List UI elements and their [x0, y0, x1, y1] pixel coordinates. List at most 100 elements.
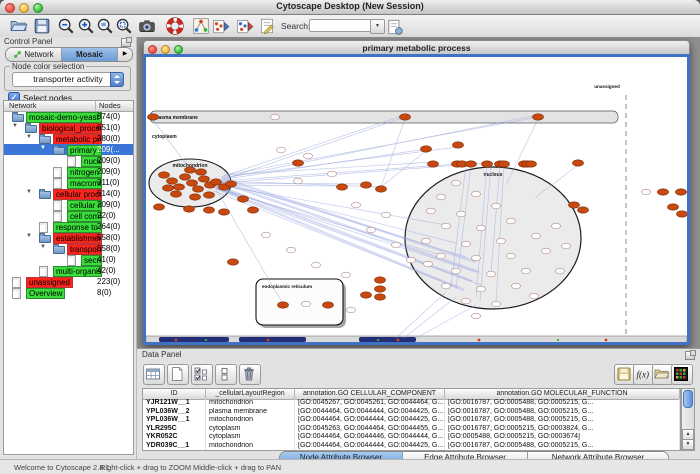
- float-data-panel-icon[interactable]: [685, 351, 695, 360]
- tab-overflow-icon[interactable]: ▶: [118, 48, 132, 61]
- network-node[interactable]: [262, 232, 271, 238]
- network-node[interactable]: [552, 223, 561, 229]
- network-node[interactable]: [328, 171, 337, 177]
- table-row[interactable]: YPL036W__2plasma membrane[GO:0044464, GO…: [143, 408, 680, 417]
- tree-row[interactable]: nitrogen compo209(0): [4, 166, 133, 177]
- node-color-dropdown[interactable]: transporter activity: [12, 72, 124, 87]
- zoom-out-icon[interactable]: [57, 17, 75, 35]
- network-node[interactable]: [457, 211, 466, 217]
- network-node-selected[interactable]: [196, 169, 207, 175]
- network-node-selected[interactable]: [323, 302, 334, 308]
- tree-row[interactable]: secretion41(0): [4, 254, 133, 265]
- network-node-selected[interactable]: [163, 185, 174, 191]
- network-node-selected[interactable]: [199, 176, 210, 182]
- table-row[interactable]: YKR052Ccytoplasm[GO:0044464, GO:0044446,…: [143, 433, 680, 442]
- network-node[interactable]: [642, 189, 651, 195]
- network-node[interactable]: [462, 298, 471, 304]
- network-node[interactable]: [462, 241, 471, 247]
- network-node-selected[interactable]: [453, 142, 464, 148]
- tree-row[interactable]: mosaic-demo-yeast874(0): [4, 111, 133, 122]
- network-node-selected[interactable]: [375, 277, 386, 283]
- table-cell[interactable]: YPL036W__2: [143, 408, 206, 417]
- network-node-selected[interactable]: [400, 114, 411, 120]
- table-column-header[interactable]: _cellularLayoutRegion: [206, 389, 295, 399]
- network-node[interactable]: [437, 194, 446, 200]
- table-scrollbar[interactable]: ▲ ▼: [681, 388, 695, 451]
- network-edge[interactable]: [404, 297, 456, 338]
- network-node-selected[interactable]: [421, 146, 432, 152]
- network-overview-icon[interactable]: [192, 17, 210, 35]
- network-node-selected[interactable]: [375, 294, 386, 300]
- tree-row[interactable]: unassigned223(0): [4, 276, 133, 287]
- new-attribute-icon[interactable]: [167, 364, 189, 385]
- zoom-fit-icon[interactable]: [115, 17, 133, 35]
- network-node[interactable]: [342, 272, 351, 278]
- network-node[interactable]: [492, 203, 501, 209]
- network-node[interactable]: [477, 286, 486, 292]
- network-node-selected[interactable]: [337, 184, 348, 190]
- network-node[interactable]: [507, 253, 516, 259]
- tab-network[interactable]: Network: [6, 48, 62, 61]
- delete-attribute-icon[interactable]: [239, 364, 261, 385]
- network-node-selected[interactable]: [190, 194, 201, 200]
- table-cell[interactable]: mitochondrion: [206, 399, 295, 408]
- network-node-selected[interactable]: [204, 207, 215, 213]
- network-node-selected[interactable]: [569, 202, 580, 208]
- network-node[interactable]: [472, 191, 481, 197]
- network-node-selected[interactable]: [466, 161, 477, 167]
- network-edge[interactable]: [396, 292, 446, 338]
- tree-expander-icon[interactable]: ▼: [26, 189, 32, 195]
- table-cell[interactable]: [GO:0044464, GO:0044444, GO:0044425, G..…: [295, 408, 445, 417]
- region-nucleus[interactable]: [405, 167, 581, 309]
- network-node[interactable]: [304, 153, 313, 159]
- network-node[interactable]: [487, 271, 496, 277]
- scrollbar-thumb[interactable]: [683, 390, 693, 408]
- table-cell[interactable]: YPL036W__1: [143, 416, 206, 425]
- network-node[interactable]: [437, 253, 446, 259]
- network-graph[interactable]: plasma membranecytoplasmmitochondrionnuc…: [146, 57, 687, 342]
- network-node-selected[interactable]: [573, 160, 584, 166]
- network-node-selected[interactable]: [361, 292, 372, 298]
- table-row[interactable]: YDR039C__1mitochondrion[GO:0044464, GO:0…: [143, 442, 680, 451]
- network-node[interactable]: [507, 218, 516, 224]
- tree-expander-icon[interactable]: ▼: [40, 145, 46, 151]
- open-icon[interactable]: [10, 17, 28, 35]
- network-node-selected[interactable]: [159, 172, 170, 178]
- table-cell[interactable]: [GO:0045263, GO:0044464, GO:0044455, G..…: [295, 425, 445, 434]
- layout-blue-icon[interactable]: [236, 17, 254, 35]
- tab-mosaic[interactable]: Mosaic: [62, 48, 118, 61]
- network-node[interactable]: [542, 248, 551, 254]
- network-node[interactable]: [392, 242, 401, 248]
- table-cell[interactable]: YLR295C: [143, 425, 206, 434]
- network-node[interactable]: [294, 178, 303, 184]
- table-cell[interactable]: YDR039C__1: [143, 442, 206, 451]
- table-cell[interactable]: [GO:0005488, GO:0005215, GO:0003674]: [445, 433, 680, 442]
- network-node[interactable]: [302, 301, 311, 307]
- snapshot-icon[interactable]: [138, 17, 156, 35]
- table-cell[interactable]: [GO:0044464, GO:0044446, GO:0044444, G..…: [295, 433, 445, 442]
- network-node-selected[interactable]: [185, 167, 196, 173]
- tree-row[interactable]: cell communicat22(0): [4, 210, 133, 221]
- table-cell[interactable]: [GO:0016787, GO:0005488, GO:0005215, G..…: [445, 442, 680, 451]
- network-node[interactable]: [477, 225, 486, 231]
- matrix-icon[interactable]: [671, 364, 693, 385]
- tree-row[interactable]: response to stimulu264(0): [4, 221, 133, 232]
- network-node-selected[interactable]: [219, 209, 230, 215]
- tree-row[interactable]: ▼transport558(0): [4, 243, 133, 254]
- network-node-selected[interactable]: [204, 192, 215, 198]
- table-cell[interactable]: [GO:0044464, GO:0044444, GO:0044425, G..…: [295, 442, 445, 451]
- table-column-header[interactable]: annotation.GO MOLECULAR_FUNCTION: [445, 389, 680, 399]
- network-node-selected[interactable]: [533, 114, 544, 120]
- network-node[interactable]: [422, 238, 431, 244]
- network-node-selected[interactable]: [482, 161, 493, 167]
- network-node[interactable]: [562, 243, 571, 249]
- network-node[interactable]: [442, 283, 451, 289]
- network-node-selected[interactable]: [228, 259, 239, 265]
- table-cell[interactable]: [GO:0044464, GO:0044444, GO:0044425, G..…: [295, 416, 445, 425]
- network-node-selected[interactable]: [677, 211, 688, 217]
- network-node-selected[interactable]: [428, 161, 439, 167]
- zoom-in-icon[interactable]: [77, 17, 95, 35]
- table-cell[interactable]: [GO:0016787, GO:0005215, GO:0003824, G..…: [445, 425, 680, 434]
- network-node[interactable]: [472, 313, 481, 319]
- network-node-selected[interactable]: [180, 174, 191, 180]
